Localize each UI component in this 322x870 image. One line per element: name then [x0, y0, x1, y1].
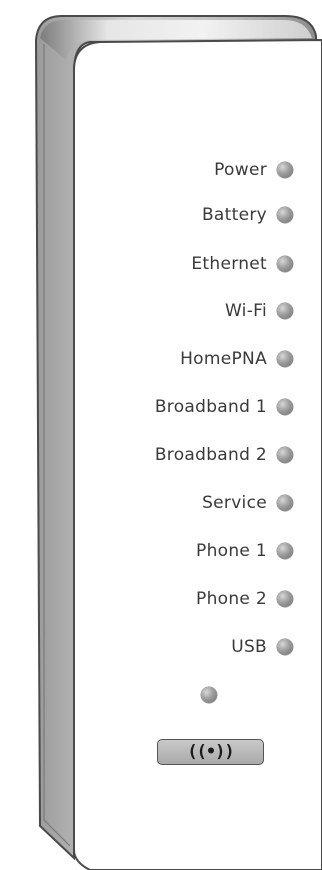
indicator-row-broadband-2: Broadband 2 — [155, 442, 293, 468]
indicator-label: Broadband 2 — [154, 445, 267, 465]
indicator-label: Service — [202, 493, 267, 513]
indicator-row-ethernet: Ethernet — [191, 251, 293, 277]
usb-led-icon — [277, 639, 293, 655]
wps-button[interactable]: ((•)) — [157, 739, 264, 765]
indicator-row-homepna: HomePNA — [180, 346, 293, 372]
indicator-row-wifi: Wi-Fi — [225, 298, 293, 324]
indicator-row-power: Power — [214, 157, 293, 183]
indicator-label: Phone 1 — [196, 541, 267, 561]
indicator-label: Battery — [201, 205, 267, 225]
indicator-row-battery: Battery — [202, 202, 293, 228]
indicator-label: HomePNA — [180, 349, 267, 369]
wireless-signal-icon: ((•)) — [187, 742, 234, 762]
phone-2-led-icon — [277, 591, 293, 607]
wps-status-led-icon — [201, 687, 217, 703]
wifi-led-icon — [277, 303, 293, 319]
homepna-led-icon — [277, 351, 293, 367]
power-led-icon — [277, 162, 293, 178]
indicator-row-phone-1: Phone 1 — [196, 538, 293, 564]
indicator-label: Phone 2 — [196, 589, 267, 609]
battery-led-icon — [277, 207, 293, 223]
indicator-row-service: Service — [202, 490, 293, 516]
indicator-label: Wi-Fi — [224, 301, 267, 321]
ethernet-led-icon — [277, 256, 293, 272]
indicator-row-broadband-1: Broadband 1 — [155, 394, 293, 420]
phone-1-led-icon — [277, 543, 293, 559]
indicator-row-usb: USB — [231, 634, 293, 660]
indicator-label: Power — [214, 160, 267, 180]
service-led-icon — [277, 495, 293, 511]
indicator-label: Ethernet — [191, 254, 267, 274]
indicator-row-phone-2: Phone 2 — [196, 586, 293, 612]
indicator-label: Broadband 1 — [154, 397, 267, 417]
indicator-label: USB — [231, 637, 267, 657]
broadband-1-led-icon — [277, 399, 293, 415]
broadband-2-led-icon — [277, 447, 293, 463]
